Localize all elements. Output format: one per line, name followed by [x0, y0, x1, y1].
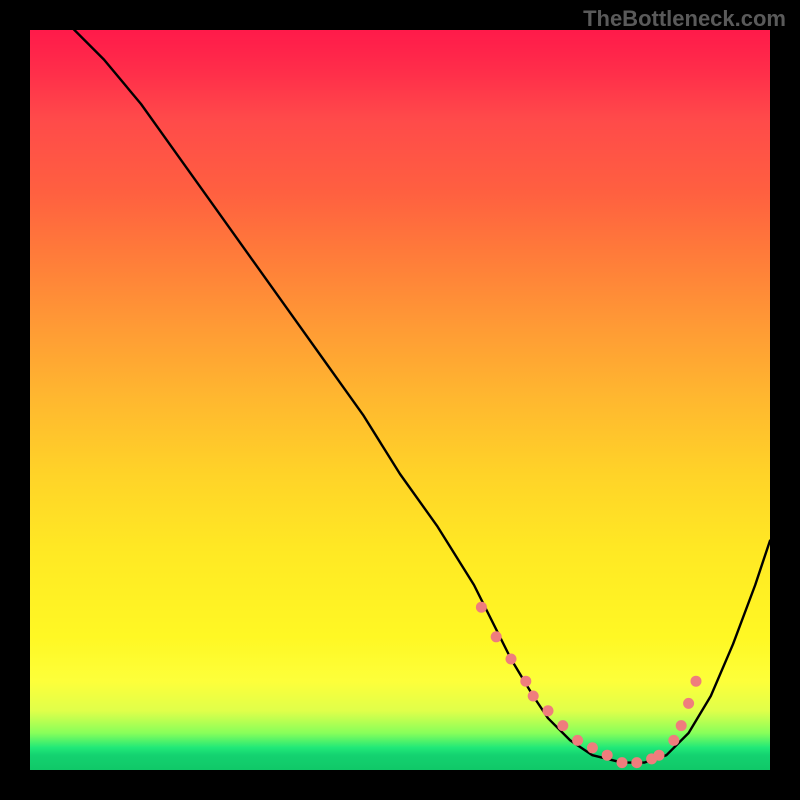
- plot-area: [30, 30, 770, 770]
- gradient-background: [30, 30, 770, 770]
- watermark-label: TheBottleneck.com: [583, 6, 786, 32]
